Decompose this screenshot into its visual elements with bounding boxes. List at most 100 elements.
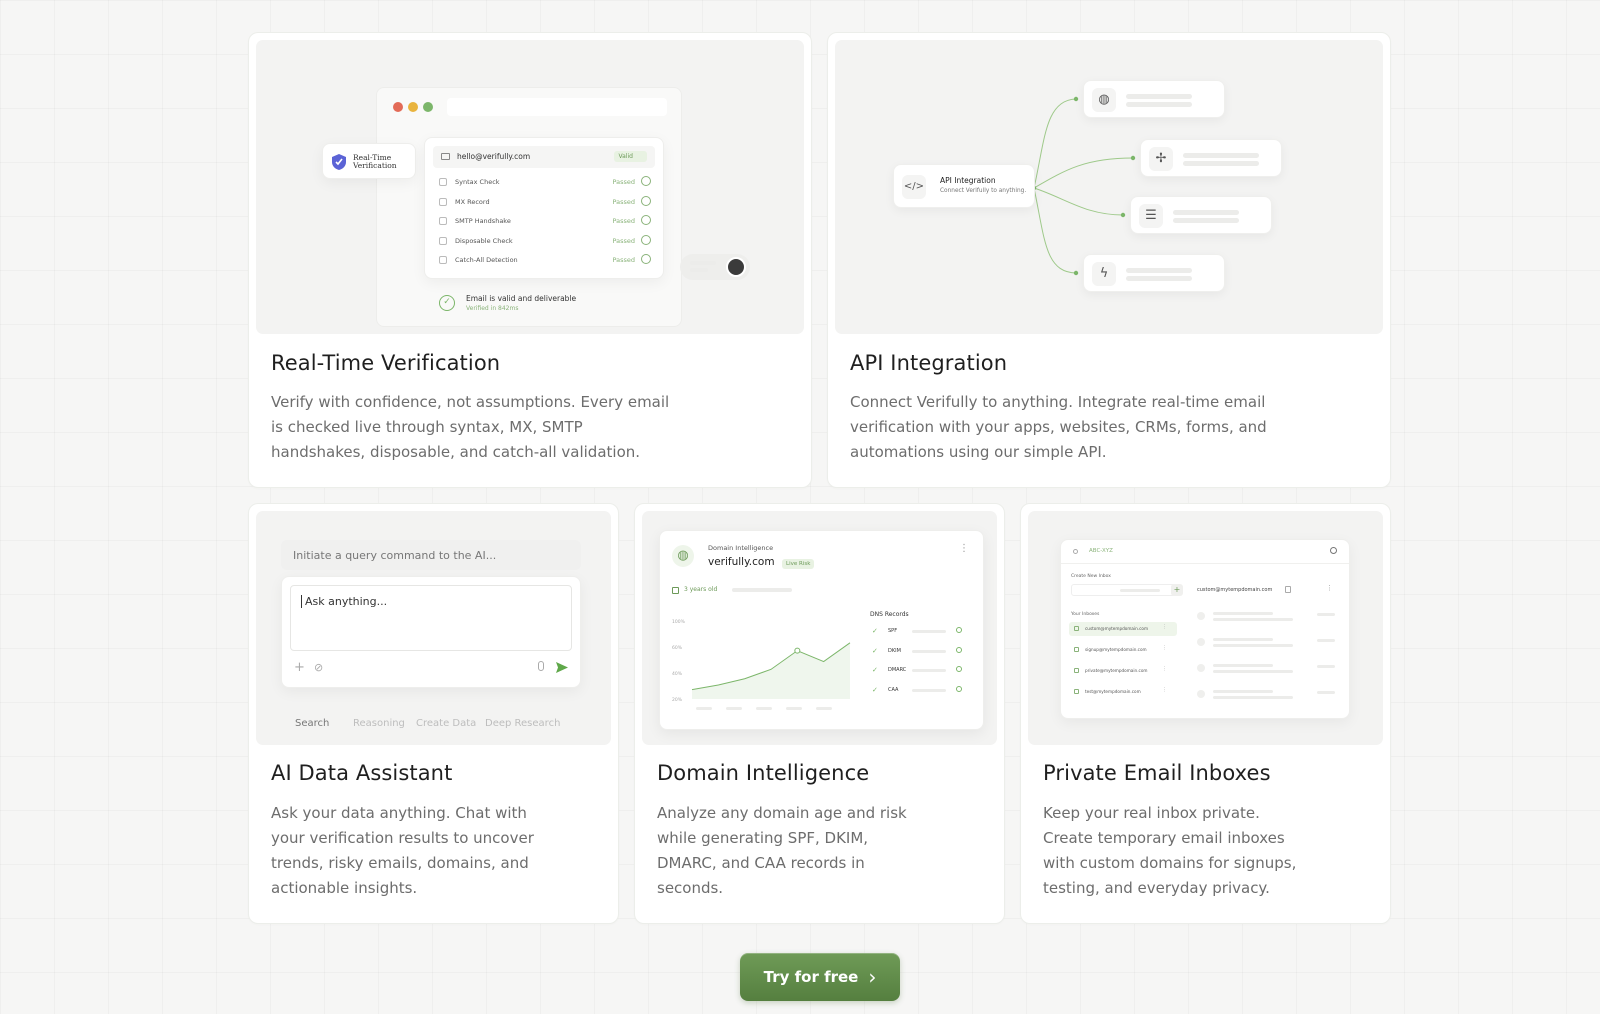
inbox-item-menu-icon[interactable]: ⋮ (1162, 645, 1167, 651)
chevron-right-icon: › (868, 965, 877, 989)
check-icon: ✓ (872, 646, 878, 655)
menu-icon (1073, 549, 1078, 554)
assistant-tab[interactable]: Deep Research (485, 718, 560, 729)
message-placeholder (1213, 612, 1273, 615)
inbox-list-item[interactable]: signup@mytempdomain.com ⋮ (1069, 643, 1177, 657)
dns-record-bar (912, 688, 946, 692)
check-circle-icon: ✓ (439, 295, 455, 311)
dns-record-list: ✓ SPF ✓ DKIM ✓ DMARC ✓ CAA (870, 625, 970, 725)
refresh-icon[interactable] (956, 685, 962, 692)
message-time-placeholder (1317, 639, 1335, 642)
check-circle-icon (641, 195, 651, 206)
copy-icon[interactable] (1285, 586, 1291, 593)
api-node-database: ☰ (1130, 196, 1272, 234)
check-row: Catch-All Detection Passed (437, 252, 653, 270)
x-tick-placeholder (756, 707, 772, 710)
inbox-list-item[interactable]: test@mytempdomain.com ⋮ (1069, 685, 1177, 699)
inbox-item-menu-icon[interactable]: ⋮ (1162, 666, 1167, 672)
window-dot-green (423, 102, 433, 112)
refresh-icon[interactable] (956, 627, 962, 633)
realtime-badge: Real-Time Verification (322, 143, 416, 179)
inboxes-preview: ABC-XYZ Create New Inbox + custom@mytemp… (1028, 511, 1383, 745)
inbox-message-row (1193, 686, 1343, 706)
inbox-message-row (1193, 634, 1343, 654)
inbox-list: custom@mytempdomain.com ⋮ signup@mytempdom… (1069, 622, 1179, 712)
chat-input-placeholder: Ask anything... (301, 595, 387, 608)
message-avatar (1197, 638, 1205, 646)
cta-label: Try for free (763, 968, 859, 986)
node-placeholder (1173, 218, 1239, 223)
node-placeholder (1173, 210, 1239, 215)
dns-record-row: ✓ DKIM (870, 645, 970, 661)
message-avatar (1197, 612, 1205, 620)
inbox-message-row (1193, 608, 1343, 628)
feature-card-realtime-verification: Real-Time Verification hello@verifully.c… (248, 32, 812, 488)
create-inbox-field[interactable] (1071, 584, 1181, 596)
y-tick-label: 20% (672, 697, 683, 703)
inbox-address: signup@mytempdomain.com (1085, 647, 1147, 652)
inbox-icon (1074, 668, 1079, 673)
dns-record-name: SPF (888, 628, 898, 634)
message-placeholder (1213, 644, 1293, 647)
more-icon[interactable]: ⋮ (1326, 584, 1333, 592)
domain-name: verifully.com (708, 556, 775, 568)
check-label: Syntax Check (455, 178, 500, 186)
result-title: Email is valid and deliverable (466, 294, 577, 303)
dns-record-row: ✓ SPF (870, 625, 970, 641)
assistant-tab[interactable]: Create Data (416, 718, 476, 729)
mail-icon (441, 153, 450, 160)
card-description: Connect Verifully to anything. Integrate… (850, 393, 1267, 461)
assistant-tab[interactable]: Reasoning (353, 718, 405, 729)
more-menu-icon[interactable]: ⋮ (959, 543, 969, 554)
inbox-icon (1074, 626, 1079, 631)
check-label: MX Record (455, 197, 490, 206)
check-type-icon (439, 256, 447, 264)
dns-record-name: DMARC (888, 667, 907, 673)
try-for-free-button[interactable]: Try for free › (740, 953, 900, 1001)
attach-icon[interactable]: ⊘ (314, 661, 323, 674)
api-node-plugin: ✢ (1140, 139, 1282, 177)
query-bar: Initiate a query command to the AI... (281, 540, 581, 570)
inbox-list-item[interactable]: custom@mytempdomain.com ⋮ (1069, 622, 1177, 636)
assistant-tab[interactable]: Search (295, 718, 329, 729)
inbox-list-item[interactable]: private@mytempdomain.com ⋮ (1069, 664, 1177, 678)
x-tick-placeholder (816, 707, 832, 710)
inbox-list-label: Your Inboxes (1071, 612, 1100, 617)
search-icon[interactable] (1330, 547, 1337, 554)
add-icon[interactable]: + (294, 660, 305, 675)
create-inbox-label: Create New Inbox (1071, 574, 1111, 579)
mic-icon[interactable] (538, 661, 544, 671)
y-tick-label: 60% (672, 645, 683, 651)
add-inbox-icon[interactable]: + (1171, 584, 1183, 596)
age-placeholder (732, 588, 792, 592)
check-icon: ✓ (872, 666, 878, 674)
check-status: Passed (612, 236, 635, 245)
mini-address-bar (447, 98, 667, 116)
inbox-item-menu-icon[interactable]: ⋮ (1162, 624, 1167, 630)
card-title: AI Data Assistant (271, 761, 453, 785)
feature-card-api-integration: </> API Integration Connect Verifully to… (827, 32, 1391, 488)
bubble-placeholder (690, 261, 716, 265)
check-row: Syntax Check Passed (437, 174, 653, 192)
message-avatar (1197, 690, 1205, 698)
valid-badge: Valid (613, 151, 647, 162)
dns-record-bar (912, 630, 946, 633)
window-dot-yellow (408, 102, 418, 112)
refresh-icon[interactable] (956, 666, 962, 672)
assistant-tabs: Search Reasoning Create Data Deep Research (295, 718, 595, 732)
refresh-icon[interactable] (956, 646, 962, 653)
card-description: Keep your real inbox private. Create tem… (1043, 804, 1297, 897)
send-icon[interactable] (555, 661, 569, 674)
chat-input[interactable]: Ask anything... (290, 585, 572, 651)
inbox-icon (1074, 647, 1079, 652)
api-node-web: ◍ (1083, 80, 1225, 118)
inbox-item-menu-icon[interactable]: ⋮ (1162, 687, 1167, 693)
globe-icon: ◍ (1092, 88, 1116, 112)
code-icon: </> (902, 175, 926, 199)
check-icon: ✓ (872, 685, 878, 694)
api-node-title: API Integration (940, 176, 996, 185)
check-type-icon (439, 197, 447, 206)
puzzle-icon: ✢ (1149, 147, 1173, 171)
chat-composer: Ask anything... + ⊘ (281, 576, 581, 688)
check-row: Disposable Check Passed (437, 233, 653, 251)
